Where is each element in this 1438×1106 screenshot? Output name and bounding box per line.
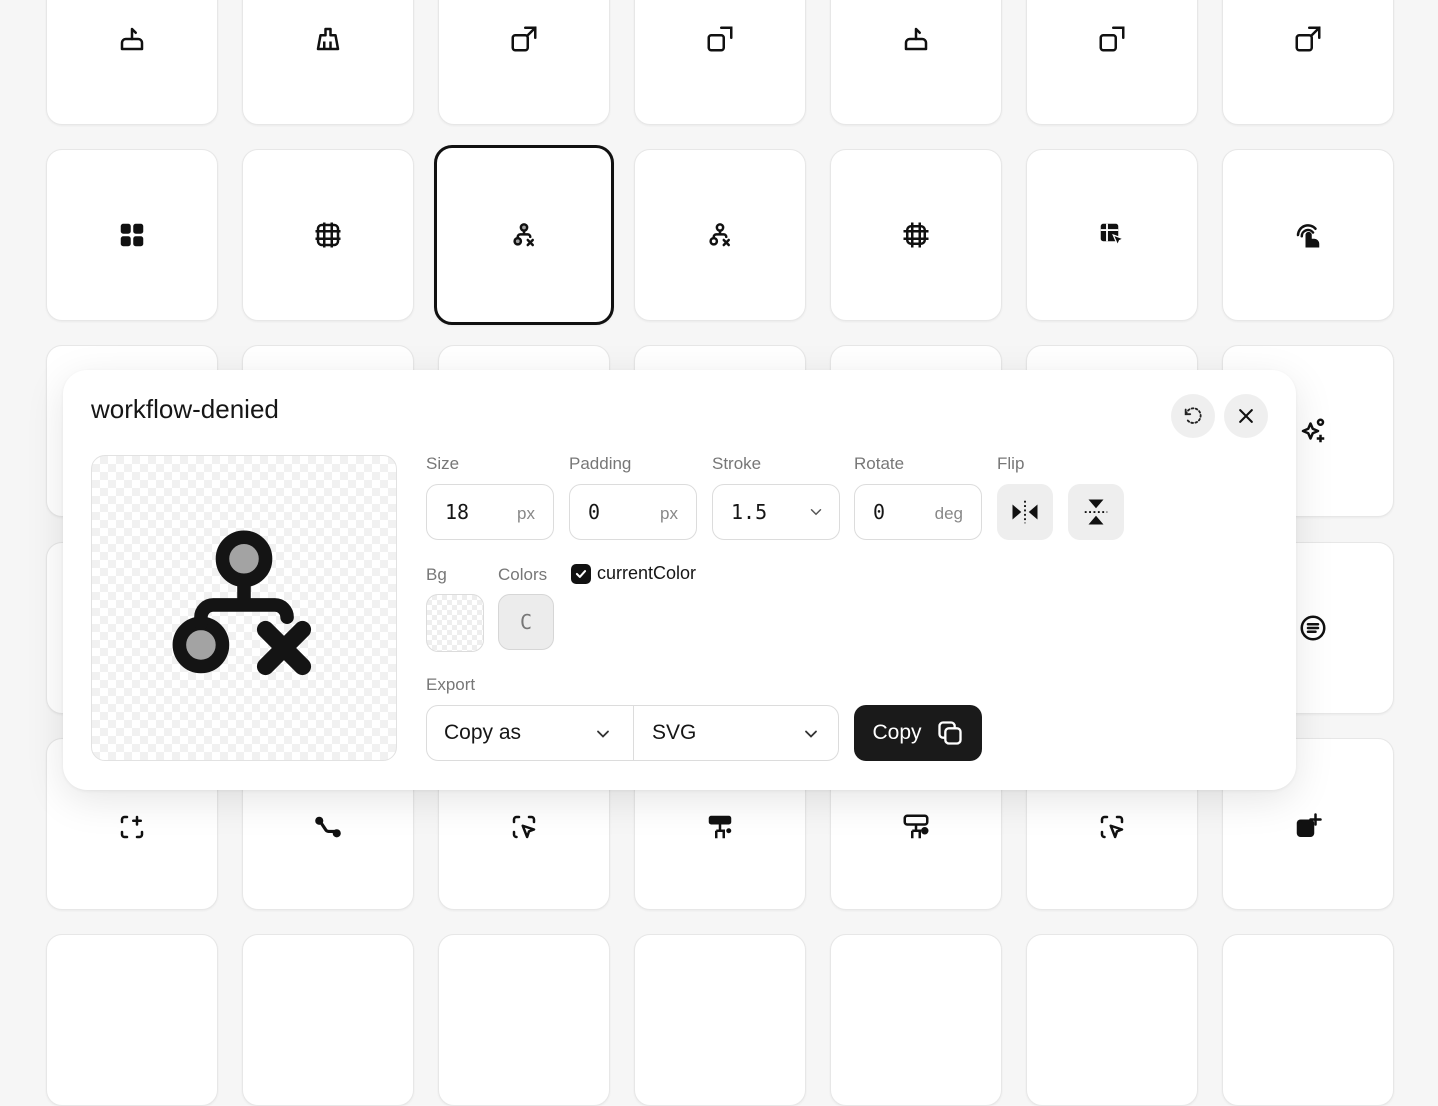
format-text: SVG <box>652 721 697 744</box>
flip-vertical-button[interactable] <box>1068 484 1124 540</box>
paint-roller-icon <box>708 815 732 839</box>
grid-outline-icon <box>315 222 341 248</box>
close-icon <box>1239 409 1253 423</box>
table-pointer-icon <box>1100 223 1125 247</box>
icon-tile[interactable] <box>634 149 806 321</box>
rotate-icon <box>1184 407 1202 424</box>
padding-input[interactable]: 0 px <box>569 484 697 540</box>
rotate-label: Rotate <box>854 454 905 473</box>
frame-plus-icon <box>120 815 144 839</box>
copy-icon <box>937 721 962 745</box>
export-select-group: Copy as SVG <box>426 705 839 761</box>
format-select[interactable]: SVG <box>634 706 839 760</box>
panel-title: workflow-denied <box>91 394 279 424</box>
current-color-label: currentColor <box>597 563 697 583</box>
icon-tile[interactable] <box>1026 0 1198 125</box>
select-pointer-icon <box>1100 815 1124 839</box>
brush-icon <box>316 27 340 51</box>
icon-tile[interactable] <box>438 934 610 1106</box>
export-label: Export <box>426 675 476 694</box>
current-color-toggle[interactable]: currentColor <box>571 563 696 584</box>
icon-tile[interactable] <box>242 934 414 1106</box>
flip-horizontal-button[interactable] <box>997 484 1053 540</box>
icon-tile[interactable] <box>634 0 806 125</box>
stroke-label: Stroke <box>712 454 762 473</box>
flip-label: Flip <box>997 454 1025 473</box>
cake-icon <box>904 27 928 51</box>
photo-resize-icon <box>1099 26 1125 52</box>
icon-detail-panel: workflow-denied Size 18 px Padding 0 px … <box>63 370 1296 790</box>
icon-tile[interactable] <box>1026 934 1198 1106</box>
icon-tile[interactable] <box>46 0 218 125</box>
icon-preview <box>91 455 397 761</box>
icon-tile[interactable] <box>242 0 414 125</box>
chevron-down-icon <box>597 730 609 738</box>
rotate-input[interactable]: 0 deg <box>854 484 982 540</box>
icon-tile[interactable] <box>1222 934 1394 1106</box>
size-label: Size <box>426 454 460 473</box>
photo-resize-icon <box>1295 26 1321 52</box>
frame-icon <box>903 222 929 248</box>
size-unit: px <box>517 504 535 523</box>
bg-label: Bg <box>426 565 447 584</box>
padding-value: 0 <box>588 500 601 524</box>
flip-horizontal-icon <box>1012 500 1038 524</box>
chevron-down-icon <box>805 730 817 738</box>
chevron-down-icon <box>810 509 822 516</box>
bg-color-swatch[interactable] <box>426 594 484 652</box>
flip-vertical-icon <box>1084 499 1108 525</box>
check-icon <box>575 569 587 578</box>
colors-label: Colors <box>498 565 548 584</box>
icon-tile[interactable] <box>46 934 218 1106</box>
current-color-checkbox[interactable] <box>571 563 591 584</box>
photo-resize-icon <box>511 26 537 52</box>
rotate-unit: deg <box>934 504 963 523</box>
sparkles-icon <box>1301 418 1325 443</box>
stroke-value: 1.5 <box>731 500 768 524</box>
rotate-value: 0 <box>873 500 886 524</box>
photo-resize-icon <box>707 26 733 52</box>
icon-tile[interactable] <box>46 149 218 321</box>
workflow-denied-icon <box>709 223 730 247</box>
copy-button-label: Copy <box>872 721 922 744</box>
reset-button[interactable] <box>1171 394 1215 438</box>
photo-plus-icon <box>1296 813 1322 837</box>
icon-tile[interactable] <box>1222 0 1394 125</box>
icon-tile[interactable] <box>438 0 610 125</box>
color-swatch-text: C <box>519 610 533 634</box>
icon-tile[interactable] <box>830 934 1002 1106</box>
icon-tile[interactable] <box>634 934 806 1106</box>
grid-filled-icon <box>120 223 144 247</box>
padding-unit: px <box>660 504 678 523</box>
icon-tile[interactable] <box>1222 149 1394 321</box>
close-button[interactable] <box>1224 394 1268 438</box>
cake-icon <box>120 27 144 51</box>
copy-button[interactable]: Copy <box>854 705 982 761</box>
icon-tile[interactable] <box>830 0 1002 125</box>
color-swatch[interactable]: C <box>498 594 554 650</box>
icon-tile[interactable] <box>242 149 414 321</box>
copy-as-text: Copy as <box>444 721 522 744</box>
paint-roller-icon <box>903 814 929 839</box>
padding-label: Padding <box>569 454 632 473</box>
icon-tile-selected[interactable] <box>434 145 614 325</box>
select-pointer-icon <box>512 815 536 839</box>
route-icon <box>315 816 341 838</box>
icon-tile[interactable] <box>1026 149 1198 321</box>
message-circle-icon <box>1300 615 1326 641</box>
hand-click-icon <box>1296 224 1320 248</box>
size-value: 18 <box>445 500 470 524</box>
workflow-denied-icon <box>513 223 534 247</box>
size-input[interactable]: 18 px <box>426 484 554 540</box>
workflow-denied-icon <box>172 530 312 676</box>
icon-tile[interactable] <box>830 149 1002 321</box>
copy-as-select[interactable]: Copy as <box>427 706 633 760</box>
stroke-select[interactable]: 1.5 <box>712 484 840 540</box>
